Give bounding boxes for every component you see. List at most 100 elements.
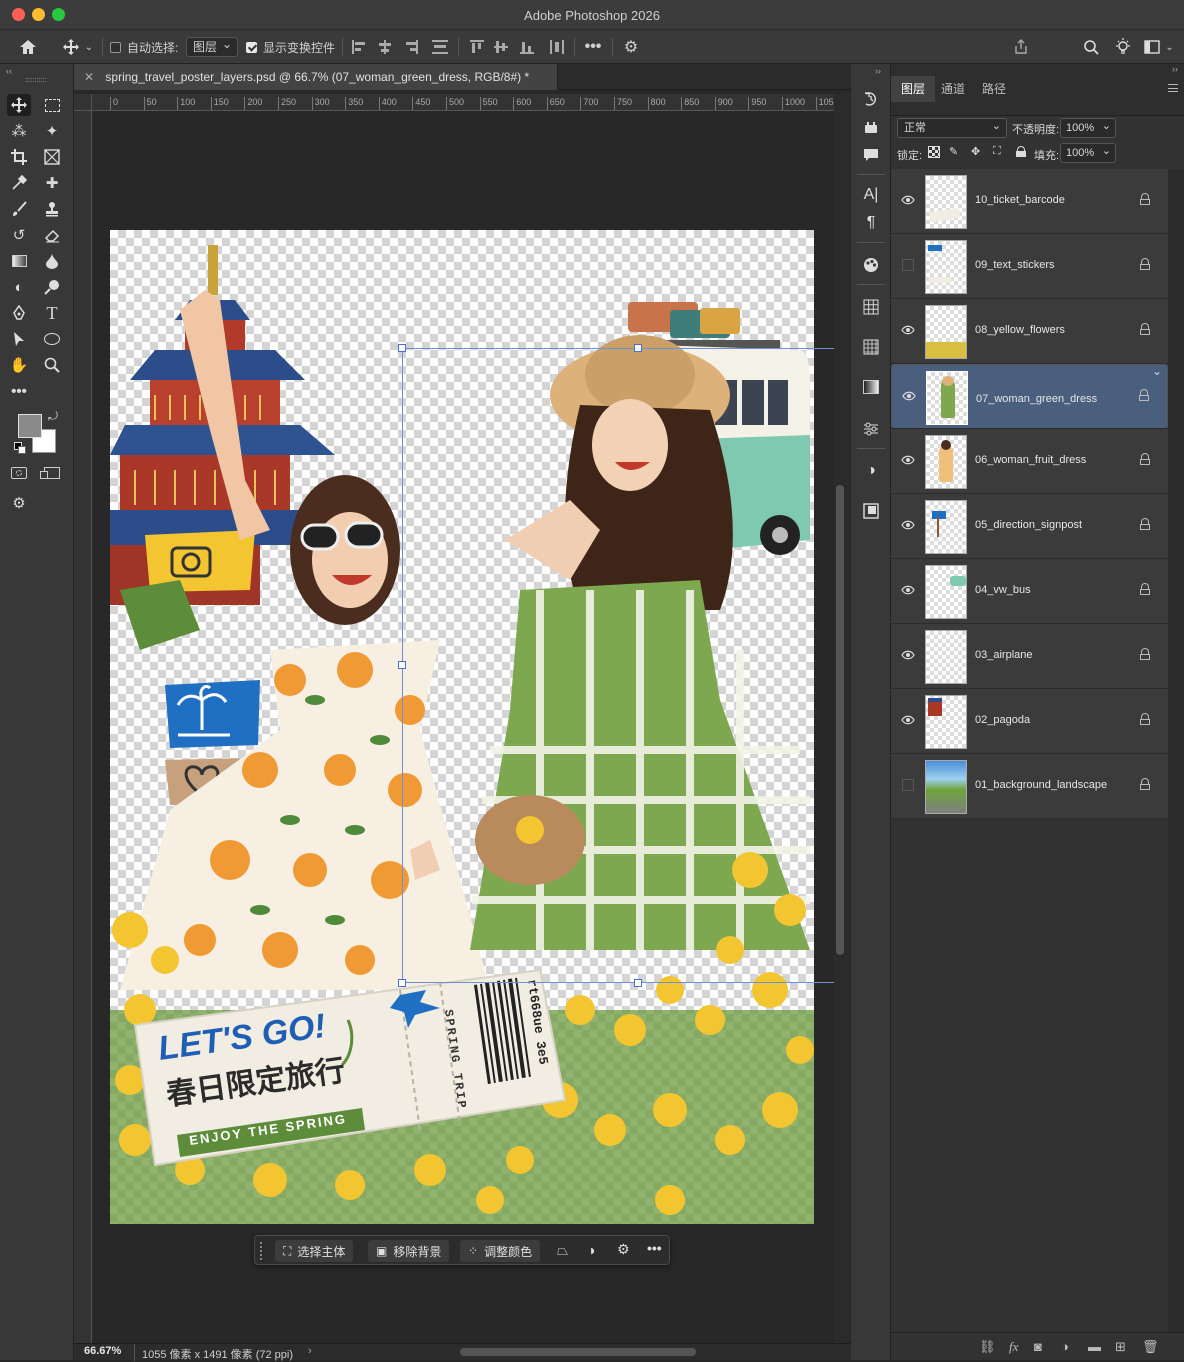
document-tab[interactable]: ✕ spring_travel_poster_layers.psd @ 66.7… [74,64,558,90]
layer-visibility-toggle[interactable] [901,258,915,272]
layer-thumbnail[interactable] [925,435,967,489]
layer-lock-icon[interactable] [1140,648,1150,660]
auto-select-target-dropdown[interactable]: 图层 [186,35,239,57]
layer-lock-icon[interactable] [1139,389,1149,401]
crop-tool[interactable] [7,146,31,168]
panel-menu-icon[interactable] [1168,84,1178,92]
gen-fill-icon[interactable]: ⚙ [7,492,31,514]
delete-layer-icon[interactable]: 🗑 [1142,1339,1159,1355]
status-menu-chevron-icon[interactable]: › [308,1345,312,1357]
layer-row-09-text-stickers[interactable]: 09_text_stickers [891,234,1168,299]
horizontal-ruler[interactable]: 0 50 100 150 200 250 300 350 400 450 500 550 600 650 7… [92,94,834,111]
default-colors-icon[interactable] [14,442,26,454]
layer-style-fx-icon[interactable]: fx [1009,1339,1018,1355]
gen-fill-small-icon[interactable]: ⚙ [617,1241,630,1258]
lightbulb-icon[interactable] [1112,36,1134,58]
layer-name[interactable]: 07_woman_green_dress [976,390,1097,408]
lock-position-icon[interactable]: ✥ [971,145,980,158]
search-icon[interactable] [1080,36,1102,58]
layer-lock-icon[interactable] [1140,258,1150,270]
adjust-color-button[interactable]: ⁘ 调整颜色 [460,1240,541,1262]
layer-thumbnail[interactable] [925,240,967,294]
swatches-panel-icon[interactable] [859,296,883,318]
layer-name[interactable]: 09_text_stickers [975,259,1054,271]
layer-visibility-toggle[interactable] [902,389,916,403]
layer-lock-icon[interactable] [1140,518,1150,530]
layer-thumbnail[interactable] [925,500,967,554]
layer-lock-icon[interactable] [1140,713,1150,725]
layer-name[interactable]: 06_woman_fruit_dress [975,454,1086,466]
object-selection-tool[interactable]: ⁂ [7,120,31,142]
transform-handle-bm[interactable] [634,979,642,987]
add-mask-icon[interactable]: ◙ [1034,1339,1042,1354]
align-bottom-icon[interactable] [520,40,534,54]
comments-panel-icon[interactable] [859,144,883,166]
align-top-icon[interactable] [470,40,484,54]
gear-icon[interactable]: ⚙ [620,36,642,58]
move-tool[interactable] [7,94,31,116]
patterns-panel-icon[interactable] [859,336,883,358]
auto-select-checkbox[interactable]: 自动选择: [110,36,178,58]
zoom-level[interactable]: 66.67% [84,1345,121,1357]
layer-visibility-toggle[interactable] [901,713,915,727]
toolbar-grip[interactable] [26,78,46,82]
ellipse-tool[interactable] [40,328,64,350]
layer-name[interactable]: 05_direction_signpost [975,519,1082,531]
align-left-icon[interactable] [352,40,366,54]
fill-field[interactable]: 100% ⌄ [1060,143,1116,163]
new-group-icon[interactable]: ▬ [1088,1339,1101,1354]
layer-lock-icon[interactable] [1140,778,1150,790]
layer-visibility-toggle[interactable] [901,583,915,597]
spot-healing-tool[interactable]: ✚ [40,172,64,194]
new-layer-icon[interactable]: ⊞ [1115,1339,1126,1355]
tab-paths[interactable]: 路径 [972,76,1016,102]
show-transform-checkbox-box[interactable] [246,41,257,53]
close-tab-icon[interactable]: ✕ [84,70,94,84]
layer-visibility-toggle[interactable] [901,453,915,467]
layer-name[interactable]: 04_vw_bus [975,584,1031,596]
dodge-tool[interactable]: ◐ [7,276,31,298]
layer-name[interactable]: 08_yellow_flowers [975,324,1065,336]
gradients-panel-icon[interactable] [859,376,883,398]
layer-thumbnail[interactable] [926,371,968,425]
layer-lock-icon[interactable] [1140,453,1150,465]
libraries-panel-icon[interactable] [859,500,883,522]
layer-name[interactable]: 01_background_landscape [975,779,1107,791]
taskbar-more-icon[interactable]: ••• [647,1240,662,1256]
marquee-tool[interactable] [40,94,64,116]
opacity-field[interactable]: 100% ⌄ [1060,118,1116,138]
lock-transparency-icon[interactable] [928,146,940,158]
frame-tool[interactable] [40,146,64,168]
auto-select-checkbox-box[interactable] [110,41,121,53]
layer-row-03-airplane[interactable]: 03_airplane [891,624,1168,689]
path-selection-tool[interactable] [7,328,31,350]
distribute-horizontal-icon[interactable] [550,40,564,54]
blend-mode-dropdown[interactable]: 正常 ⌄ [897,118,1007,138]
history-brush-tool[interactable]: ↺ [7,224,31,246]
layer-lock-icon[interactable] [1140,323,1150,335]
layer-thumbnail[interactable] [925,305,967,359]
foreground-color-swatch[interactable] [18,414,42,438]
show-transform-controls-checkbox[interactable]: 显示变换控件 [246,36,335,58]
layer-name[interactable]: 10_ticket_barcode [975,194,1065,206]
align-center-h-icon[interactable] [378,40,392,54]
collapse-toolbar-icon[interactable]: ‹‹ [6,66,12,76]
layer-visibility-toggle[interactable] [901,778,915,792]
tab-channels[interactable]: 通道 [931,76,975,102]
share-icon[interactable] [1010,36,1032,58]
expand-panel-icon[interactable]: ›› [1172,64,1178,74]
paragraph-panel-icon[interactable]: ¶ [859,212,883,234]
horizontal-scroll-thumb[interactable] [460,1348,696,1356]
layer-name[interactable]: 03_airplane [975,649,1033,661]
lock-pixels-icon[interactable]: ✎ [949,145,958,158]
collapse-strip-icon[interactable]: ›› [875,66,881,76]
vertical-ruler[interactable] [74,111,92,1343]
transform-handle-tm[interactable] [634,344,642,352]
home-icon[interactable] [14,36,42,58]
align-right-icon[interactable] [404,40,418,54]
character-panel-icon[interactable]: A| [859,184,883,206]
transform-handle-bl[interactable] [398,979,406,987]
layer-lock-icon[interactable] [1140,583,1150,595]
layer-visibility-toggle[interactable] [901,648,915,662]
clone-stamp-tool[interactable] [40,198,64,220]
